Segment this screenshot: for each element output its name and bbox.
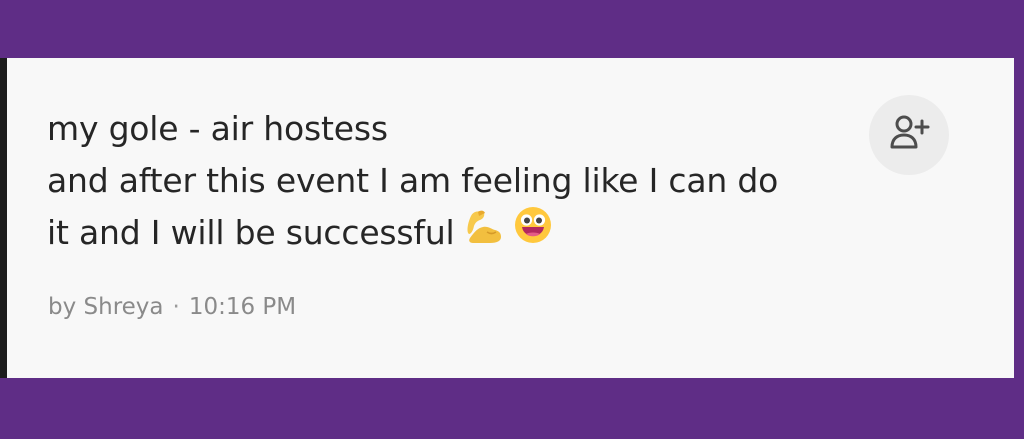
note-message: my gole - air hostess and after this eve…: [47, 103, 867, 261]
add-user-icon: [887, 111, 931, 159]
note-line-1: my gole - air hostess: [47, 109, 388, 148]
flexed-biceps-icon: [465, 207, 504, 259]
note-line-2: and after this event I am feeling like I…: [47, 161, 779, 200]
timestamp: 10:16 PM: [188, 294, 297, 320]
note-line-3-text: it and I will be successful: [47, 213, 455, 252]
grinning-face-icon: [514, 206, 552, 259]
note-card: my gole - air hostess and after this eve…: [0, 58, 1014, 378]
add-user-button[interactable]: [869, 95, 949, 175]
top-purple-band: [0, 0, 1024, 58]
note-meta: by Shreya · 10:16 PM: [48, 291, 296, 323]
note-line-3: it and I will be successful: [47, 207, 867, 261]
left-accent-rule: [0, 58, 7, 378]
right-purple-edge: [1014, 58, 1024, 378]
bottom-purple-band: [0, 378, 1024, 439]
author-label: by Shreya: [48, 294, 164, 320]
meta-separator: ·: [172, 294, 180, 320]
